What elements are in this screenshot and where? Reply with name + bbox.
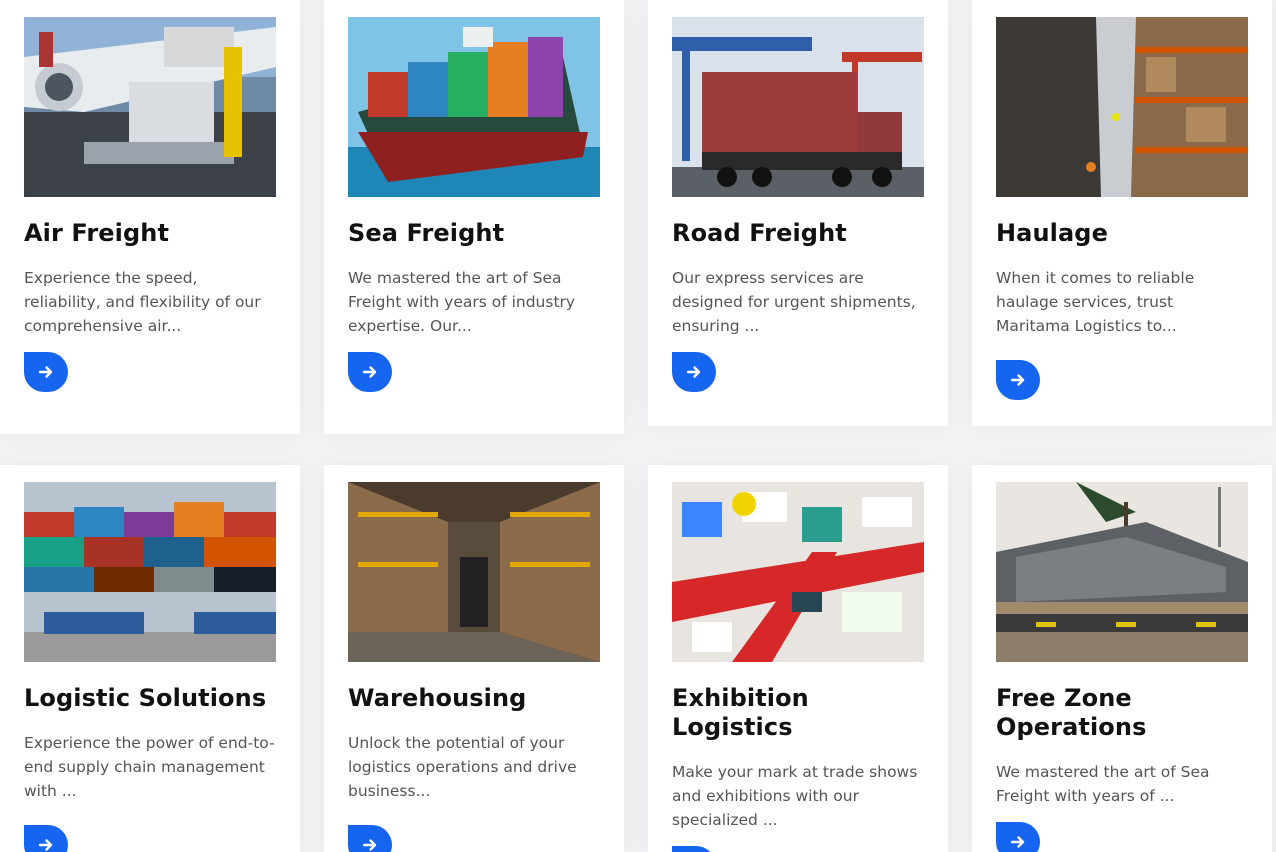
service-card-logistic-solutions: Logistic Solutions Experience the power … xyxy=(0,465,300,852)
logistic-solutions-image xyxy=(24,482,276,662)
read-more-button[interactable] xyxy=(24,825,68,852)
read-more-button[interactable] xyxy=(996,822,1040,852)
sea-freight-image xyxy=(348,17,600,197)
arrow-right-icon xyxy=(38,366,53,378)
service-title: Haulage xyxy=(996,219,1108,247)
service-description: When it comes to reliable haulage servic… xyxy=(996,269,1195,335)
haulage-image xyxy=(996,17,1248,197)
service-card-warehousing: Warehousing Unlock the potential of your… xyxy=(324,465,624,852)
service-description: Make your mark at trade shows and exhibi… xyxy=(672,763,918,829)
free-zone-image xyxy=(996,482,1248,662)
read-more-button[interactable] xyxy=(672,846,716,852)
service-title: Exhibition Logistics xyxy=(672,684,809,741)
arrow-right-icon xyxy=(686,366,701,378)
road-freight-image xyxy=(672,17,924,197)
read-more-button[interactable] xyxy=(348,352,392,392)
service-description: We mastered the art of Sea Freight with … xyxy=(996,763,1210,805)
exhibition-logistics-image xyxy=(672,482,924,662)
read-more-button[interactable] xyxy=(348,825,392,852)
read-more-button[interactable] xyxy=(24,352,68,392)
arrow-right-icon xyxy=(1010,374,1025,386)
read-more-button[interactable] xyxy=(672,352,716,392)
service-description: We mastered the art of Sea Freight with … xyxy=(348,269,576,335)
service-description: Experience the power of end-to-end suppl… xyxy=(24,734,275,800)
arrow-right-icon xyxy=(1010,836,1025,848)
service-card-air-freight: Air Freight Experience the speed, reliab… xyxy=(0,0,300,434)
service-card-road-freight: Road Freight Our express services are de… xyxy=(648,0,948,426)
arrow-right-icon xyxy=(362,366,377,378)
service-title: Free Zone Operations xyxy=(996,684,1147,741)
service-title: Logistic Solutions xyxy=(24,684,267,712)
service-card-free-zone-operations: Free Zone Operations We mastered the art… xyxy=(972,465,1272,852)
arrow-right-icon xyxy=(362,839,377,851)
service-title: Sea Freight xyxy=(348,219,505,247)
service-title: Warehousing xyxy=(348,684,527,712)
services-grid: Air Freight Experience the speed, reliab… xyxy=(0,0,1276,852)
arrow-right-icon xyxy=(38,839,53,851)
service-card-haulage: Haulage When it comes to reliable haulag… xyxy=(972,0,1272,426)
warehousing-image xyxy=(348,482,600,662)
air-freight-image xyxy=(24,17,276,197)
service-description: Experience the speed, reliability, and f… xyxy=(24,269,261,335)
service-card-exhibition-logistics: Exhibition Logistics Make your mark at t… xyxy=(648,465,948,852)
service-card-sea-freight: Sea Freight We mastered the art of Sea F… xyxy=(324,0,624,434)
service-description: Our express services are designed for ur… xyxy=(672,269,916,335)
read-more-button[interactable] xyxy=(996,360,1040,400)
service-title: Air Freight xyxy=(24,219,170,247)
service-title: Road Freight xyxy=(672,219,847,247)
service-description: Unlock the potential of your logistics o… xyxy=(348,734,577,800)
